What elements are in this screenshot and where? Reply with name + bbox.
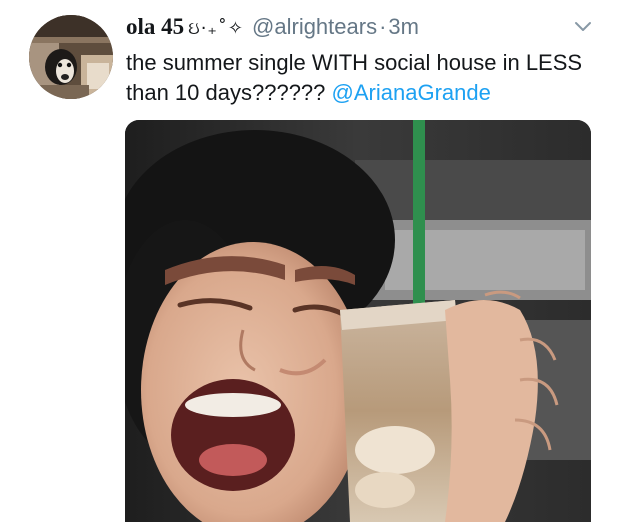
tweet-text: the summer single WITH social house in L… [126,48,606,108]
timestamp[interactable]: 3m [388,14,419,40]
avatar-image [29,15,113,99]
user-handle[interactable]: @alrightears [252,14,377,40]
video-frame [125,120,591,522]
tweet-header: ola 45 ઇ·₊˚✧ @alrightears · 3m [126,14,419,44]
chevron-down-icon [575,22,591,31]
mention-link[interactable]: @ArianaGrande [332,80,491,105]
avatar[interactable] [29,15,113,99]
name-decoration: ઇ·₊˚✧ [188,18,245,39]
tweet-menu-button[interactable] [573,16,593,36]
separator-dot: · [379,14,387,39]
display-name[interactable]: ola 45 [126,14,184,40]
tweet-video[interactable] [125,120,591,522]
